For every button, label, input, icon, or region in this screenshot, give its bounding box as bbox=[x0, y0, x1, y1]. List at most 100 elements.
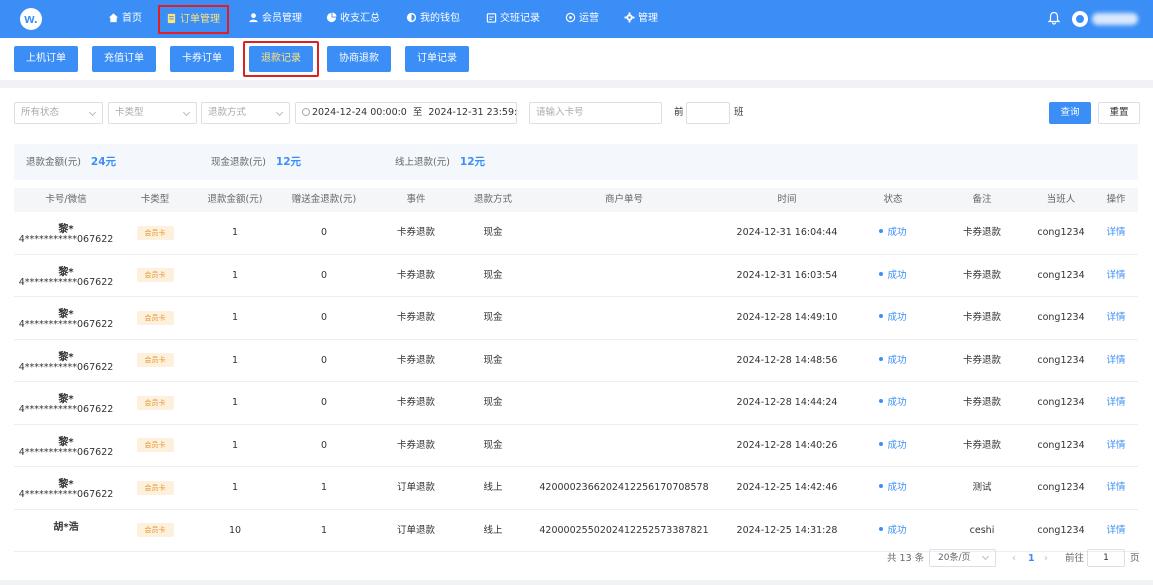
refund-method-select[interactable]: 退款方式 bbox=[201, 102, 290, 124]
tab-order-records[interactable]: 订单记录 bbox=[405, 46, 469, 72]
operation-icon bbox=[565, 12, 576, 23]
cell-merchant-no bbox=[524, 212, 724, 254]
nav-item-shift-records[interactable]: 交班记录 bbox=[486, 0, 540, 38]
cell-refund-amount: 1 bbox=[231, 439, 239, 451]
cell-operator: cong1234 bbox=[1037, 482, 1085, 493]
status-text: 成功 bbox=[887, 482, 907, 493]
table-row: 黎* 4***********067622 会员卡 1 0 卡券退款 现金 2024-12-2… bbox=[14, 340, 1138, 382]
summary-online-refund: 线上退款(元) 12元 bbox=[395, 144, 485, 181]
detail-link[interactable]: 详情 bbox=[1094, 255, 1138, 297]
cell-card-type: 会员卡 bbox=[118, 255, 192, 297]
card-number: 4***********067622 bbox=[18, 276, 114, 288]
app-logo[interactable]: w. bbox=[20, 8, 42, 30]
nav-item-operation[interactable]: 运营 bbox=[565, 0, 599, 38]
status-badge: 成功 bbox=[879, 270, 907, 281]
cell-operator: cong1234 bbox=[1037, 397, 1085, 408]
page-size-select[interactable]: 20条/页 bbox=[929, 549, 996, 567]
detail-link[interactable]: 详情 bbox=[1094, 212, 1138, 254]
tab-recharge-orders[interactable]: 充值订单 bbox=[92, 46, 156, 72]
card-type-badge: 会员卡 bbox=[136, 225, 174, 240]
card-holder-name: 黎* bbox=[58, 266, 74, 278]
col-header-card-type: 卡类型 bbox=[140, 194, 170, 205]
cell-status: 成功 bbox=[850, 340, 936, 382]
detail-link[interactable]: 详情 bbox=[1094, 382, 1138, 424]
status-dot-icon bbox=[879, 271, 884, 276]
cell-status: 成功 bbox=[850, 467, 936, 509]
status-dot-icon bbox=[879, 229, 884, 233]
shift-prefix-label: 前 bbox=[674, 107, 684, 118]
detail-link[interactable]: 详情 bbox=[1094, 297, 1138, 339]
status-select[interactable]: 所有状态 bbox=[14, 102, 103, 124]
tab-online-orders[interactable]: 上机订单 bbox=[14, 46, 78, 72]
cell-method: 现金 bbox=[483, 439, 503, 451]
status-text: 成功 bbox=[887, 227, 907, 238]
cell-event: 订单退款 bbox=[396, 524, 435, 536]
page-number-current[interactable]: 1 bbox=[1028, 549, 1035, 569]
cell-merchant-no bbox=[524, 255, 724, 297]
card-holder-name: 黎* bbox=[58, 436, 74, 448]
prev-page-button[interactable]: ‹ bbox=[1012, 549, 1016, 569]
cell-merchant-no bbox=[524, 297, 724, 339]
detail-link[interactable]: 详情 bbox=[1094, 467, 1138, 509]
nav-label: 管理 bbox=[638, 13, 658, 24]
cell-method: 现金 bbox=[483, 397, 503, 408]
bell-icon[interactable] bbox=[1047, 11, 1061, 25]
summary-value: 12元 bbox=[275, 156, 302, 168]
cell-remark: 卡券退款 bbox=[962, 312, 1001, 323]
cell-operator: cong1234 bbox=[1037, 354, 1085, 366]
detail-link[interactable]: 详情 bbox=[1094, 425, 1138, 467]
cell-event: 订单退款 bbox=[396, 482, 435, 493]
cell-method: 现金 bbox=[483, 312, 503, 323]
nav-item-my-wallet[interactable]: 我的钱包 bbox=[406, 0, 460, 38]
cell-refund-amount: 1 bbox=[231, 354, 239, 366]
date-range-picker[interactable]: 2024-12-24 00:00:0 至 2024-12-31 23:59:5 bbox=[295, 102, 517, 124]
order-tabs-bar: 上机订单 充值订单 卡券订单 退款记录 协商退款 订单记录 bbox=[0, 38, 1153, 80]
nav-item-home[interactable]: 首页 bbox=[108, 0, 142, 38]
nav-label: 收支汇总 bbox=[340, 13, 380, 24]
status-dot-icon bbox=[879, 441, 884, 446]
card-type-badge: 会员卡 bbox=[136, 523, 174, 537]
table-row: 胡*浩 会员卡 10 1 订单退款 线上 4200002550202412252573387… bbox=[14, 510, 1138, 552]
status-dot-icon bbox=[879, 356, 884, 361]
card-holder-name: 黎* bbox=[58, 479, 74, 490]
nav-item-member-management[interactable]: 会员管理 bbox=[248, 0, 302, 38]
cell-status: 成功 bbox=[850, 382, 936, 424]
member-icon bbox=[249, 13, 258, 23]
tab-negotiated-refund[interactable]: 协商退款 bbox=[327, 46, 391, 72]
chevron-down-icon bbox=[182, 108, 191, 117]
next-page-button[interactable]: › bbox=[1044, 549, 1048, 569]
cell-time: 2024-12-31 16:04:44 bbox=[736, 227, 838, 238]
tab-refund-records[interactable]: 退款记录 bbox=[249, 46, 313, 72]
query-button[interactable]: 查询 bbox=[1049, 102, 1091, 124]
reset-button[interactable]: 重置 bbox=[1098, 102, 1140, 124]
cell-method: 线上 bbox=[483, 482, 503, 493]
cell-event: 卡券退款 bbox=[396, 312, 435, 323]
shift-count-input[interactable] bbox=[686, 102, 730, 124]
top-navbar: w. 首页 订单管理 会员管理 收支汇总 我的钱包 交班记录 运营 管理 bbox=[0, 0, 1153, 38]
tab-coupon-orders[interactable]: 卡券订单 bbox=[170, 46, 234, 72]
cell-refund-amount: 1 bbox=[231, 269, 239, 281]
shift-icon bbox=[486, 13, 497, 23]
col-header-event: 事件 bbox=[406, 194, 426, 205]
card-type-badge: 会员卡 bbox=[136, 310, 174, 325]
nav-item-income-summary[interactable]: 收支汇总 bbox=[326, 0, 380, 38]
detail-link[interactable]: 详情 bbox=[1094, 340, 1138, 382]
card-type-badge: 会员卡 bbox=[136, 268, 174, 282]
cell-refund-amount: 1 bbox=[231, 227, 239, 238]
card-number-input[interactable]: 请输入卡号 bbox=[529, 102, 662, 124]
cell-gift-refund: 0 bbox=[320, 439, 328, 451]
card-type-select[interactable]: 卡类型 bbox=[108, 102, 197, 124]
cell-gift-refund: 0 bbox=[320, 312, 328, 323]
nav-label: 订单管理 bbox=[180, 14, 220, 25]
cell-event: 卡券退款 bbox=[396, 354, 435, 366]
cell-operator: cong1234 bbox=[1037, 269, 1085, 281]
nav-item-management[interactable]: 管理 bbox=[624, 0, 658, 38]
status-dot-icon bbox=[879, 399, 884, 403]
username-blurred[interactable] bbox=[1092, 13, 1138, 25]
detail-link[interactable]: 详情 bbox=[1094, 510, 1138, 552]
avatar[interactable] bbox=[1072, 11, 1088, 27]
nav-item-order-management[interactable]: 订单管理 bbox=[158, 5, 229, 34]
cell-card-type: 会员卡 bbox=[118, 382, 192, 424]
goto-page-input[interactable]: 1 bbox=[1087, 549, 1125, 567]
cell-remark: 卡券退款 bbox=[962, 354, 1001, 366]
